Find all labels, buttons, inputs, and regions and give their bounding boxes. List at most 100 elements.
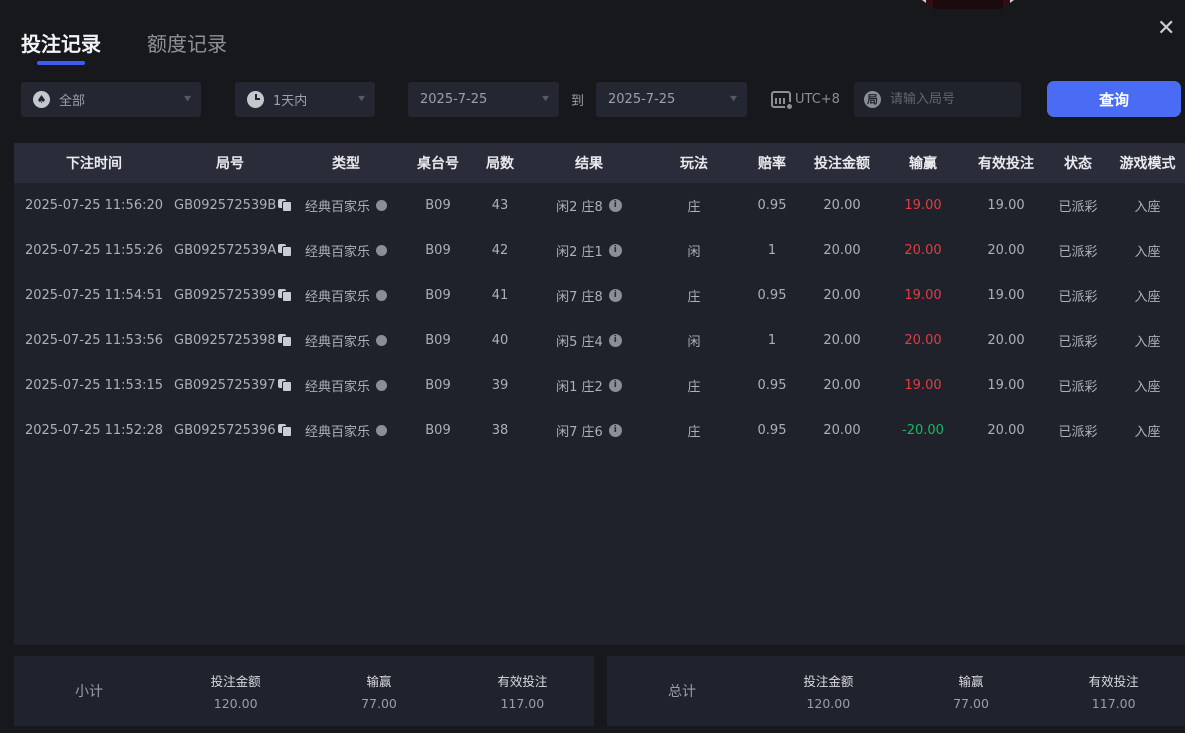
cell-table-no: B09 (425, 378, 451, 393)
cell-bet-amount: 20.00 (823, 378, 861, 393)
cell-time: 2025-07-25 11:56:20 (24, 198, 164, 213)
cell-game-mode: 入座 (1134, 290, 1161, 305)
tab-bet-records[interactable]: 投注记录 (21, 28, 101, 67)
cell-rounds: 42 (491, 243, 509, 258)
subtotal-panel: 小计 投注金额 120.00 输赢 77.00 有效投注 117.00 (14, 656, 594, 726)
info-icon[interactable]: i (608, 379, 622, 392)
type-dot-icon[interactable] (376, 380, 387, 391)
col-header-valid-bet: 有效投注 (978, 156, 1034, 172)
cell-round-id: GB092572539A (174, 243, 292, 258)
total-bet-amount: 投注金额 120.00 (803, 674, 854, 711)
cell-round-id: GB0925725399 (174, 288, 293, 303)
date-to-value: 2025-7-25 (608, 91, 676, 107)
info-icon[interactable]: i (608, 334, 622, 347)
cell-status: 已派彩 (1058, 380, 1098, 395)
cell-table-no: B09 (425, 198, 451, 213)
copy-icon[interactable] (278, 199, 292, 212)
cell-odds: 1 (767, 333, 777, 348)
info-icon[interactable]: i (608, 424, 622, 437)
cell-round-id: GB0925725396 (174, 423, 293, 438)
cell-table-no: B09 (425, 243, 451, 258)
cell-game-mode: 入座 (1134, 425, 1161, 440)
col-header-result: 结果 (575, 156, 603, 172)
close-icon[interactable]: ✕ (1157, 16, 1185, 44)
col-header-game-mode: 游戏模式 (1119, 156, 1176, 172)
copy-icon[interactable] (277, 379, 293, 392)
cell-round-id: GB0925725398 (174, 333, 293, 348)
copy-icon[interactable] (277, 289, 293, 302)
chevron-down-icon: ▼ (184, 95, 191, 103)
col-header-win-loss: 输赢 (909, 156, 937, 172)
cell-type: 经典百家乐 (286, 421, 406, 440)
cell-result: 闲7 庄6 i (530, 421, 648, 440)
copy-icon[interactable] (277, 334, 293, 347)
cell-time: 2025-07-25 11:52:28 (24, 423, 164, 438)
col-header-odds: 赔率 (758, 156, 786, 172)
cell-time: 2025-07-25 11:53:15 (24, 378, 164, 393)
total-win-loss: 输赢 77.00 (953, 674, 989, 711)
cell-odds: 1 (767, 243, 777, 258)
cell-bet-amount: 20.00 (823, 288, 861, 303)
date-to-dropdown[interactable]: 2025-7-25 ▼ (596, 81, 748, 117)
type-dot-icon[interactable] (376, 335, 387, 346)
timezone-label: UTC+8 (795, 91, 840, 107)
cell-status: 已派彩 (1058, 335, 1098, 350)
cell-play: 庄 (687, 200, 701, 215)
cell-table-no: B09 (425, 423, 451, 438)
copy-icon[interactable] (277, 424, 293, 437)
table-row: 2025-07-25 11:53:56 GB0925725398 经典百家乐 B… (14, 318, 1185, 363)
cell-odds: 0.95 (757, 378, 787, 393)
cell-valid-bet: 20.00 (987, 243, 1025, 258)
subtotal-valid-bet: 有效投注 117.00 (497, 674, 548, 711)
round-number-field: 局 (853, 81, 1021, 117)
table-body: 2025-07-25 11:56:20 GB092572539B 经典百家乐 B… (14, 183, 1185, 453)
chevron-down-icon: ▼ (542, 95, 549, 103)
cell-valid-bet: 20.00 (987, 333, 1025, 348)
cell-table-no: B09 (425, 333, 451, 348)
info-icon[interactable]: i (608, 244, 622, 257)
cell-type: 经典百家乐 (286, 196, 406, 215)
chevron-down-icon: ▼ (730, 95, 738, 103)
filter-bar: ♠ 全部 ▼ 1天内 ▼ 2025-7-25 ▼ 到 2025-7-25 ▼ U… (21, 81, 1185, 117)
cell-play: 闲 (687, 335, 701, 350)
date-from-dropdown[interactable]: 2025-7-25 ▼ (408, 81, 559, 117)
query-button[interactable]: 查询 (1046, 81, 1181, 117)
cell-win-loss: 20.00 (904, 243, 942, 258)
col-header-status: 状态 (1064, 156, 1092, 172)
cell-game-mode: 入座 (1134, 245, 1161, 260)
logo-fragment (922, 0, 1014, 9)
cell-time: 2025-07-25 11:54:51 (24, 288, 164, 303)
col-header-type: 类型 (332, 156, 360, 172)
table-row: 2025-07-25 11:55:26 GB092572539A 经典百家乐 B… (14, 228, 1185, 273)
info-icon[interactable]: i (608, 199, 622, 212)
cell-valid-bet: 19.00 (987, 198, 1025, 213)
type-dot-icon[interactable] (376, 290, 387, 301)
game-type-value: 全部 (59, 93, 86, 109)
col-header-rounds: 局数 (486, 156, 514, 172)
cell-win-loss: 19.00 (904, 378, 942, 393)
table-row: 2025-07-25 11:52:28 GB0925725396 经典百家乐 B… (14, 408, 1185, 453)
cell-type: 经典百家乐 (286, 241, 406, 260)
subtotal-bet-amount: 投注金额 120.00 (210, 674, 261, 711)
time-range-dropdown[interactable]: 1天内 ▼ (235, 81, 375, 117)
round-number-input[interactable] (889, 91, 1000, 107)
type-dot-icon[interactable] (376, 245, 387, 256)
game-type-dropdown[interactable]: ♠ 全部 ▼ (21, 81, 201, 117)
cell-win-loss: 19.00 (904, 198, 942, 213)
type-dot-icon[interactable] (376, 200, 387, 211)
col-header-play: 玩法 (680, 156, 708, 172)
copy-icon[interactable] (278, 244, 292, 257)
type-dot-icon[interactable] (376, 425, 387, 436)
col-header-table-no: 桌台号 (417, 156, 459, 172)
cell-rounds: 38 (491, 423, 509, 438)
tab-quota-records[interactable]: 额度记录 (147, 28, 227, 67)
cell-rounds: 43 (491, 198, 509, 213)
cell-game-mode: 入座 (1134, 335, 1161, 350)
cell-win-loss: 20.00 (904, 333, 942, 348)
cell-result: 闲2 庄1 i (530, 241, 648, 260)
cell-odds: 0.95 (757, 288, 787, 303)
cell-time: 2025-07-25 11:55:26 (24, 243, 164, 258)
info-icon[interactable]: i (608, 289, 622, 302)
tab-bar: 投注记录 额度记录 (0, 0, 1185, 67)
cell-bet-amount: 20.00 (823, 243, 861, 258)
